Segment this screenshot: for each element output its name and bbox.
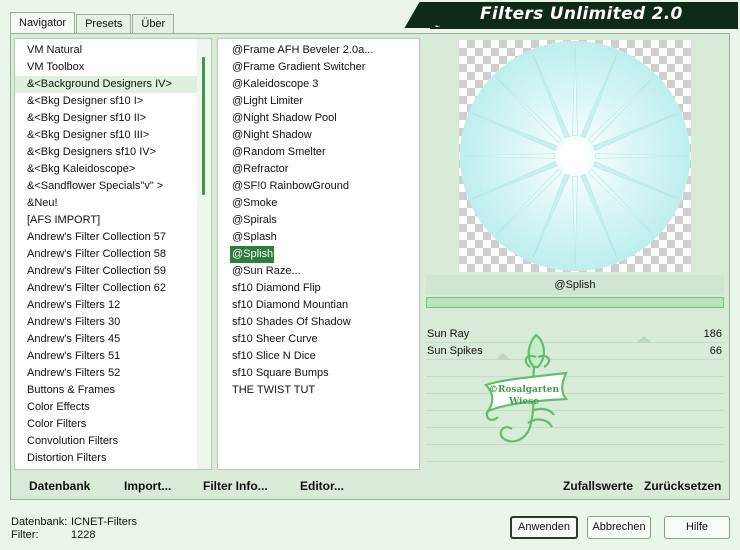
filter-list[interactable]: @Frame AFH Beveler 2.0a... @Frame Gradien… (217, 38, 420, 470)
category-scroll-thumb[interactable] (202, 57, 205, 195)
param-row-empty (426, 377, 724, 394)
filter-info-button[interactable]: Filter Info... (203, 479, 268, 493)
filter-item[interactable]: @Frame Gradient Switcher (218, 59, 419, 76)
category-item[interactable]: Andrew's Filter Collection 58 (15, 246, 211, 263)
category-item[interactable]: &<Background Designers IV> (15, 76, 211, 93)
filter-item[interactable]: sf10 Diamond Mountian (218, 297, 419, 314)
filter-item[interactable]: sf10 Diamond Flip (218, 280, 419, 297)
category-list-items: VM Natural VM Toolbox &<Background Designe… (15, 39, 211, 467)
param-row-empty (426, 411, 724, 428)
cancel-button[interactable]: Abbrechen (587, 516, 651, 539)
filters-unlimited-window: Filters Unlimited 2.0 Navigator Presets … (0, 0, 740, 550)
status-db-value: ICNET-Filters (71, 516, 137, 528)
category-item[interactable]: Andrew's Filter Collection 59 (15, 263, 211, 280)
category-item[interactable]: Buttons & Frames (15, 382, 211, 399)
tab-presets[interactable]: Presets (76, 14, 132, 34)
status-db-label: Datenbank: (11, 516, 68, 528)
help-button[interactable]: Hilfe (664, 516, 730, 539)
title-banner: Filters Unlimited 2.0 (428, 2, 738, 28)
filter-item[interactable]: @Night Shadow Pool (218, 110, 419, 127)
param-row-empty (426, 360, 724, 377)
datenbank-button[interactable]: Datenbank (29, 479, 90, 493)
filter-list-items: @Frame AFH Beveler 2.0a... @Frame Gradien… (218, 39, 419, 399)
tab-ueber[interactable]: Über (132, 14, 175, 34)
category-item[interactable]: &<Sandflower Specials"v" > (15, 178, 211, 195)
tab-navigator[interactable]: Navigator (10, 12, 76, 34)
category-item[interactable]: Andrew's Filters 45 (15, 331, 211, 348)
filter-item[interactable]: @Light Limiter (218, 93, 419, 110)
status-filter-label: Filter: (11, 529, 39, 541)
category-item[interactable]: [AFS IMPORT] (15, 212, 211, 229)
category-item[interactable]: VM Natural (15, 42, 211, 59)
filter-item[interactable]: @Splash (218, 229, 419, 246)
param-row-empty (426, 428, 724, 445)
filter-item[interactable]: @Splish (230, 246, 274, 263)
category-item[interactable]: &<Bkg Designer sf10 I> (15, 93, 211, 110)
filter-item[interactable]: @Random Smelter (218, 144, 419, 161)
category-item[interactable]: Andrew's Filters 12 (15, 297, 211, 314)
filter-item[interactable]: @Refractor (218, 161, 419, 178)
zuruecksetzen-button[interactable]: Zurücksetzen (644, 479, 721, 493)
param-label: Sun Ray (427, 328, 470, 340)
category-item[interactable]: &Neu! (15, 195, 211, 212)
category-item[interactable]: &<Bkg Designer sf10 III> (15, 127, 211, 144)
watermark-text-line1: ©Rosalgarten (489, 385, 560, 395)
category-item[interactable]: Andrew's Filters 52 (15, 365, 211, 382)
category-item[interactable]: &<Bkg Designer sf10 II> (15, 110, 211, 127)
filter-item[interactable]: @Night Shadow (218, 127, 419, 144)
filter-item[interactable]: THE TWIST TUT (218, 382, 419, 399)
kaleidoscope-preview-graphic (460, 41, 690, 271)
param-row-empty (426, 394, 724, 411)
editor-button[interactable]: Editor... (300, 479, 344, 493)
param-row-empty (426, 445, 724, 462)
preview-image (459, 40, 691, 272)
selected-filter-name: @Splish (426, 275, 724, 295)
param-row-sun-spikes[interactable]: Sun Spikes 66 (426, 343, 724, 360)
render-progress-bar (426, 297, 724, 308)
category-item[interactable]: Color Effects (15, 399, 211, 416)
filter-item[interactable]: @SF!0 RainbowGround (218, 178, 419, 195)
watermark-text-line2: Wiese (508, 397, 539, 407)
apply-button[interactable]: Anwenden (510, 516, 578, 539)
category-item[interactable]: Convolution Filters (15, 433, 211, 450)
filter-item[interactable]: @Spirals (218, 212, 419, 229)
filter-item[interactable]: sf10 Sheer Curve (218, 331, 419, 348)
title-underline (430, 27, 738, 29)
zufallswerte-button[interactable]: Zufallswerte (563, 479, 633, 493)
filter-item[interactable]: @Frame AFH Beveler 2.0a... (218, 42, 419, 59)
filter-item[interactable]: @Sun Raze... (218, 263, 419, 280)
category-scrollbar[interactable] (197, 39, 211, 469)
category-item[interactable]: Andrew's Filter Collection 57 (15, 229, 211, 246)
category-item[interactable]: &<Bkg Kaleidoscope> (15, 161, 211, 178)
category-item[interactable]: Andrew's Filter Collection 62 (15, 280, 211, 297)
filter-item[interactable]: @Kaleidoscope 3 (218, 76, 419, 93)
filter-item[interactable]: @Smoke (218, 195, 419, 212)
category-item[interactable]: VM Toolbox (15, 59, 211, 76)
param-row-sun-ray[interactable]: Sun Ray 186 (426, 326, 724, 343)
watermark-logo: ©Rosalgarten Wiese (483, 333, 569, 443)
filter-item[interactable]: sf10 Slice N Dice (218, 348, 419, 365)
render-progress-fill (427, 298, 723, 307)
filter-item[interactable]: sf10 Square Bumps (218, 365, 419, 382)
param-value: 66 (709, 345, 722, 357)
filter-item[interactable]: sf10 Shades Of Shadow (218, 314, 419, 331)
kaleidoscope-core (559, 140, 591, 172)
status-filter-value: 1228 (71, 529, 96, 541)
category-item[interactable]: Color Filters (15, 416, 211, 433)
slider-knob[interactable] (635, 336, 652, 343)
parameter-area: Sun Ray 186 Sun Spikes 66 (426, 326, 724, 474)
tab-bar: Navigator Presets Über (10, 12, 175, 34)
category-item[interactable]: Andrew's Filters 51 (15, 348, 211, 365)
category-item[interactable]: Andrew's Filters 30 (15, 314, 211, 331)
category-item[interactable]: Distortion Filters (15, 450, 211, 467)
app-title: Filters Unlimited 2.0 (480, 4, 683, 24)
category-list[interactable]: VM Natural VM Toolbox &<Background Designe… (14, 38, 212, 470)
category-item[interactable]: &<Bkg Designers sf10 IV> (15, 144, 211, 161)
param-value: 186 (703, 328, 722, 340)
import-button[interactable]: Import... (124, 479, 171, 493)
